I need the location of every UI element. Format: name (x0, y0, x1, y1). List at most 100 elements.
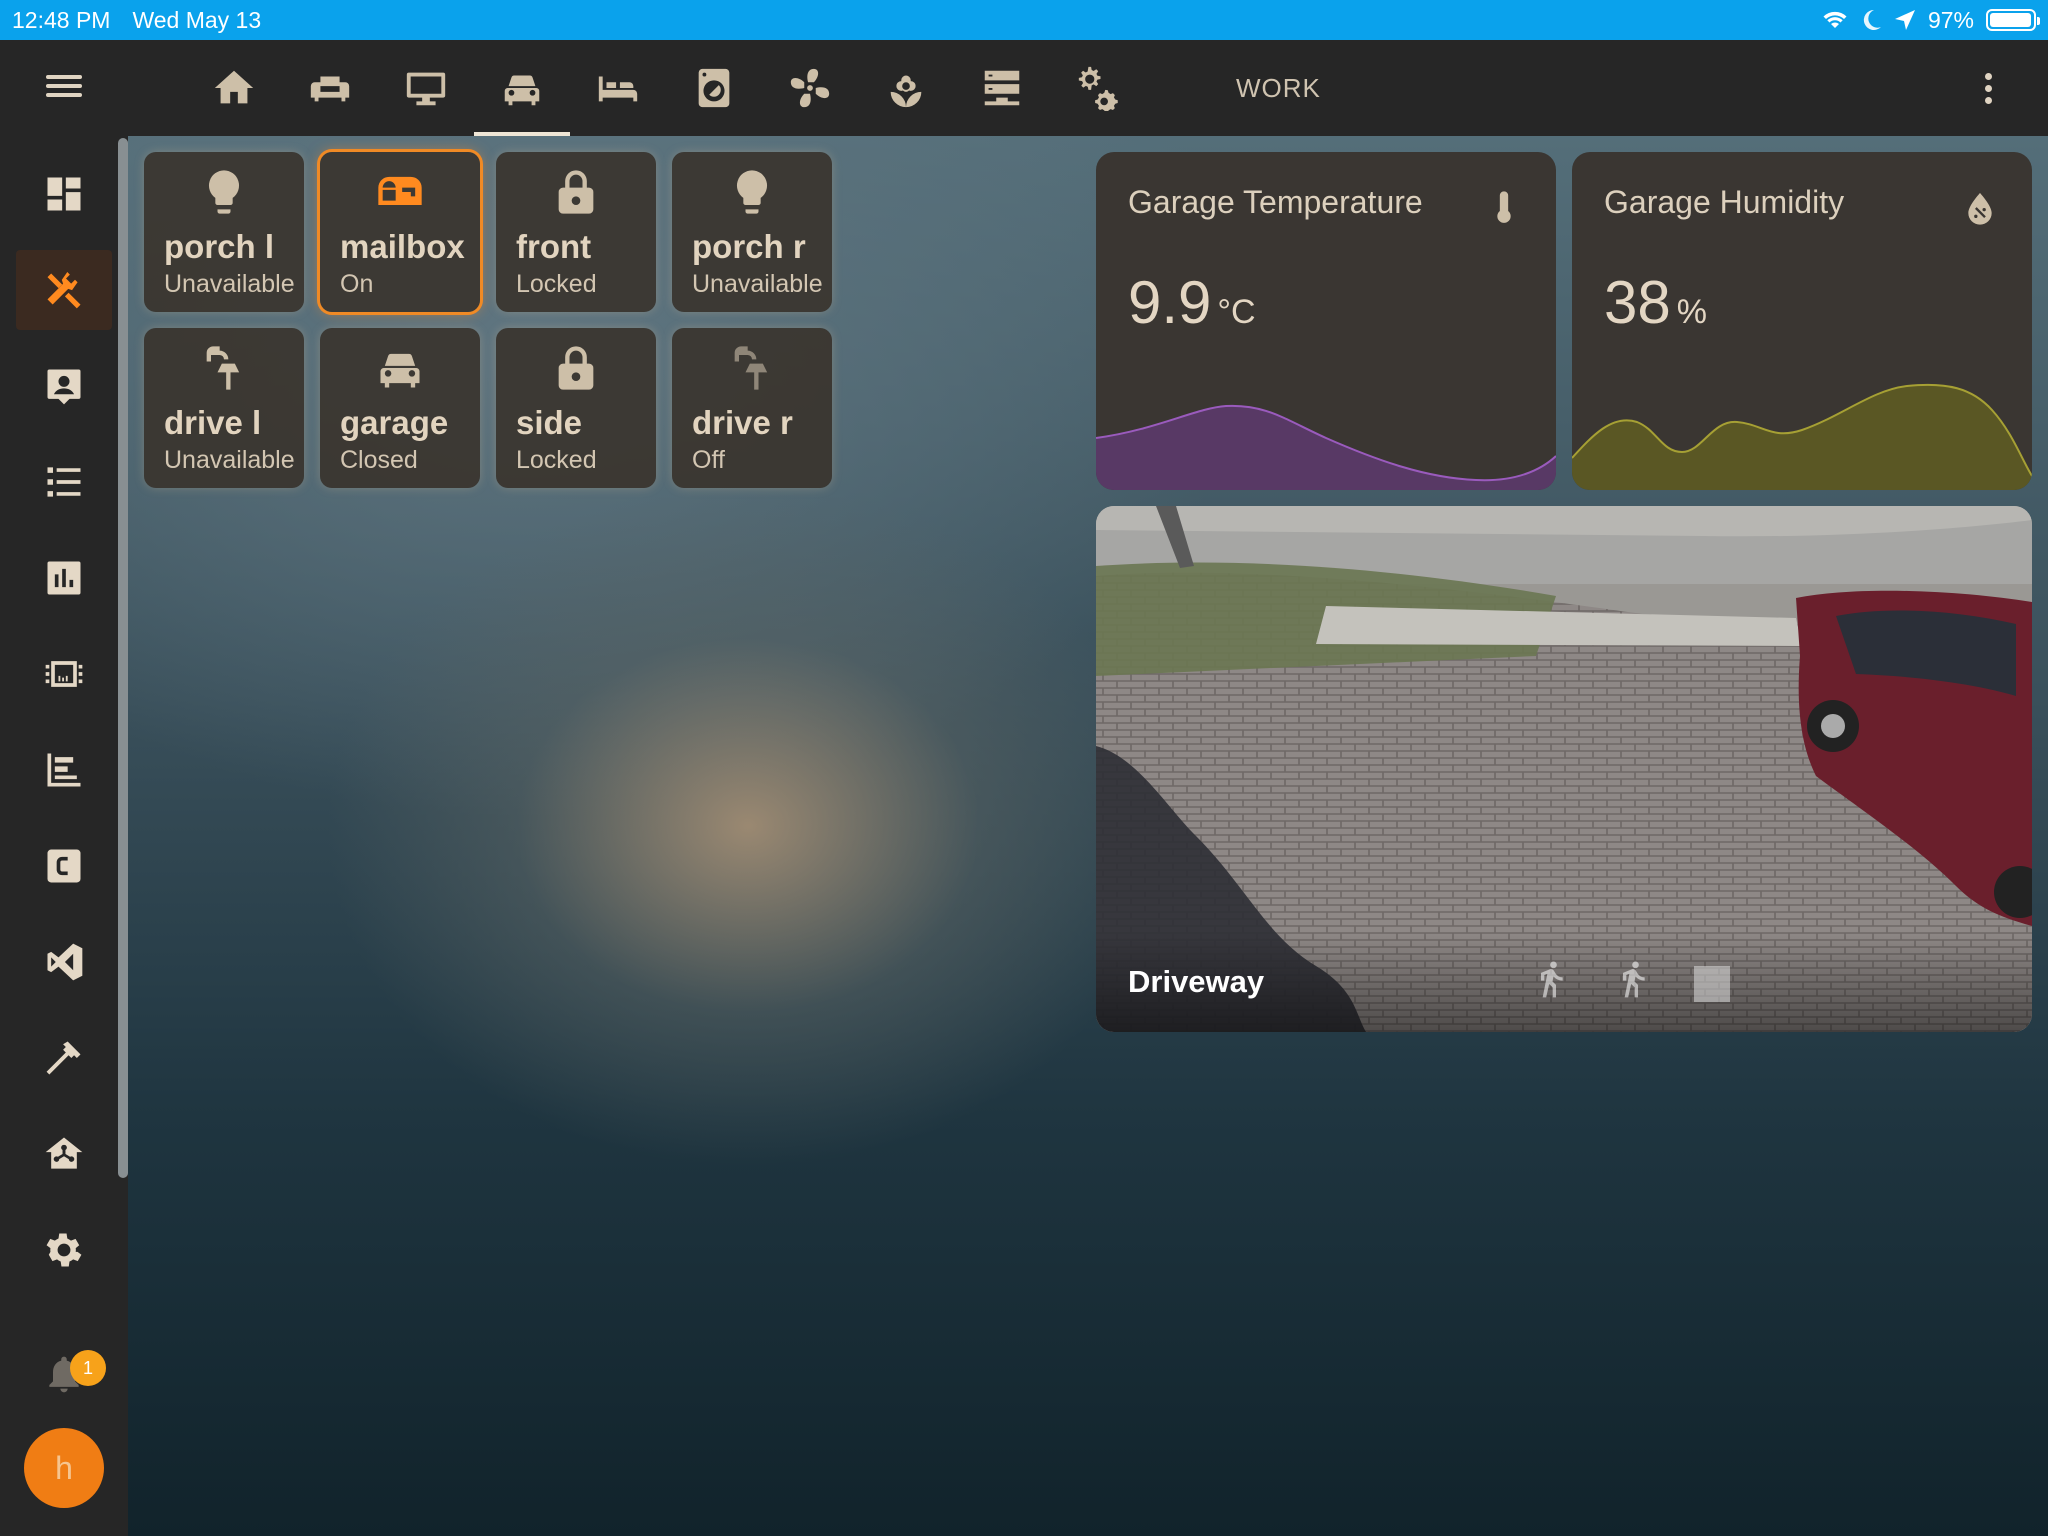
tile-name: mailbox (340, 228, 465, 265)
bed-icon (598, 76, 638, 102)
tab-living-room[interactable] (282, 40, 378, 136)
account-box-icon (47, 369, 81, 405)
hammer-icon (46, 1041, 81, 1075)
car-icon (380, 353, 420, 388)
temperature-unit: °C (1217, 293, 1256, 331)
humidity-unit: % (1676, 293, 1707, 331)
tab-system[interactable] (1050, 40, 1146, 136)
sofa-icon (310, 76, 350, 102)
status-time: 12:48 PM (12, 6, 111, 33)
tile-name: front (516, 228, 592, 265)
sidebar-item-developer-tools[interactable] (16, 250, 112, 330)
motion-button-2[interactable] (1608, 954, 1658, 1004)
chart-icon (47, 561, 81, 595)
tab-garden[interactable] (858, 40, 954, 136)
vscode-icon (47, 943, 83, 981)
tile-name: drive l (164, 404, 262, 441)
tile-side[interactable]: side Locked (496, 328, 656, 488)
sidebar-item-people[interactable] (16, 346, 112, 426)
sidebar-item-logbook[interactable] (16, 442, 112, 522)
motion-button-1[interactable] (1526, 954, 1576, 1004)
notification-badge: 1 (70, 1350, 106, 1386)
water-percent-icon (1968, 193, 1992, 225)
lock-icon (558, 170, 594, 214)
tile-porch-r[interactable]: porch r Unavailable (672, 152, 832, 312)
tile-porch-l[interactable]: porch l Unavailable (144, 152, 304, 312)
battery-percent: 97% (1927, 6, 1974, 33)
tile-mailbox[interactable]: mailbox On (320, 152, 480, 312)
tile-state: Unavailable (164, 446, 295, 474)
tile-state: Unavailable (692, 270, 823, 298)
tile-drive-r[interactable]: drive r Off (672, 328, 832, 488)
tab-laundry[interactable] (666, 40, 762, 136)
home-icon (214, 70, 254, 104)
toolbar: WORK (0, 40, 2048, 136)
dashboard-icon (47, 177, 81, 211)
timeline-icon (47, 753, 81, 787)
stop-icon[interactable] (1694, 966, 1730, 1002)
garage-temperature-card[interactable]: Garage Temperature 9.9 °C (1096, 152, 1556, 490)
garage-humidity-card[interactable]: Garage Humidity 38% (1572, 152, 2032, 490)
tile-garage[interactable]: garage Closed (320, 328, 480, 488)
driveway-camera[interactable]: Driveway (1096, 506, 2032, 1032)
humidity-value: 38 (1604, 269, 1671, 336)
sidebar-scrollbar[interactable] (118, 138, 128, 1178)
avatar[interactable]: h (24, 1428, 104, 1508)
letter-c-icon (47, 849, 81, 883)
settings-icon (46, 1233, 82, 1267)
tab-garage[interactable] (474, 40, 570, 136)
sidebar-item-hardware[interactable] (16, 634, 112, 714)
fan-icon (790, 68, 830, 108)
camera-name: Driveway (1128, 964, 1265, 999)
humidity-sparkline (1572, 383, 2032, 490)
home-network-icon (45, 1137, 83, 1169)
card-title: Garage Temperature (1128, 184, 1423, 220)
tile-state: Unavailable (164, 270, 295, 298)
chip-icon (45, 661, 83, 687)
tile-name: garage (340, 404, 449, 441)
wifi-icon (1823, 11, 1847, 28)
tile-drive-l[interactable]: drive l Unavailable (144, 328, 304, 488)
lock-icon (558, 346, 594, 390)
sidebar-item-timeline[interactable] (16, 730, 112, 810)
tab-work[interactable]: WORK (1236, 40, 1321, 136)
status-bar: 12:48 PM Wed May 13 97% (0, 0, 2048, 40)
tile-front[interactable]: front Locked (496, 152, 656, 312)
sidebar-item-supervisor[interactable] (16, 1114, 112, 1194)
card-title: Garage Humidity (1604, 184, 1845, 220)
walk-icon (1623, 961, 1645, 998)
status-date: Wed May 13 (132, 6, 262, 33)
tile-name: drive r (692, 404, 793, 441)
battery-icon (1986, 9, 2040, 31)
card-value: 9.9 °C (1128, 268, 1256, 337)
tile-state: Closed (340, 446, 418, 474)
tab-server[interactable] (954, 40, 1050, 136)
sidebar-item-history[interactable] (16, 538, 112, 618)
hamburger-menu-icon[interactable] (40, 70, 88, 106)
thermometer-icon (1497, 191, 1511, 223)
status-right: 97% (1820, 6, 2040, 34)
cogs-icon (1078, 66, 1118, 111)
tab-home[interactable] (186, 40, 282, 136)
tab-climate[interactable] (762, 40, 858, 136)
list-icon (47, 467, 81, 497)
location-arrow-icon (1894, 10, 1915, 30)
walk-icon (1541, 961, 1563, 998)
outdoor-lamp-icon (206, 346, 240, 390)
tab-bedroom[interactable] (570, 40, 666, 136)
sidebar-item-overview[interactable] (16, 154, 112, 234)
lightbulb-icon (208, 170, 240, 214)
sidebar-item-config[interactable] (16, 826, 112, 906)
tab-media[interactable] (378, 40, 474, 136)
moon-icon (1863, 9, 1881, 30)
tile-state: Off (692, 446, 725, 474)
tile-state: Locked (516, 270, 597, 298)
card-value: 38% (1604, 268, 1707, 337)
tile-name: porch r (692, 228, 806, 265)
sidebar-item-tools[interactable] (16, 1018, 112, 1098)
sidebar-item-settings[interactable] (16, 1210, 112, 1290)
battery-fill (1990, 13, 2031, 27)
tile-name: side (516, 404, 583, 441)
sidebar-item-vscode[interactable] (16, 922, 112, 1002)
dots-vertical-icon[interactable] (1976, 66, 2000, 110)
